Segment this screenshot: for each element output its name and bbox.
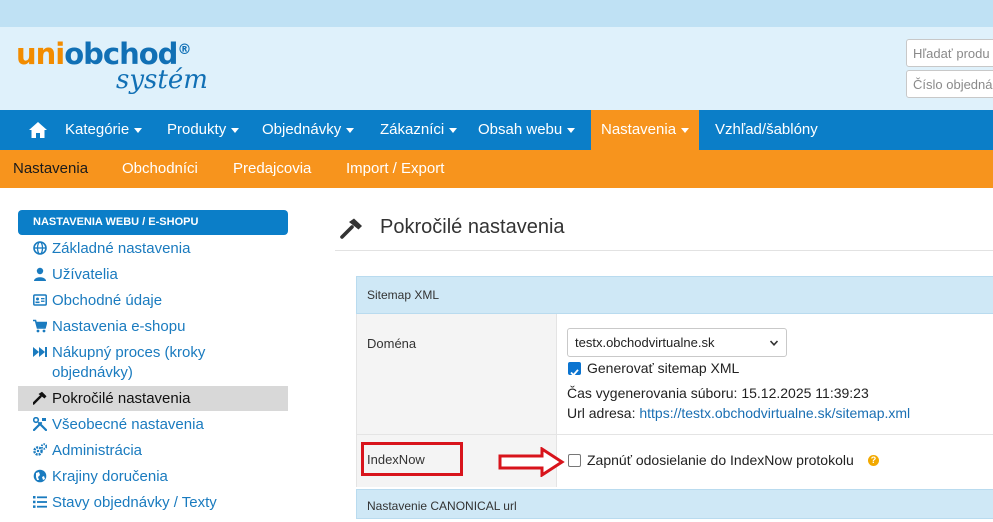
sidebar-item-label: Užívatelia	[52, 266, 118, 283]
tools-icon	[33, 417, 47, 431]
sidebar-item-nastavenia-eshopu[interactable]: Nastavenia e-shopu	[18, 317, 288, 337]
logo-reg: ®	[177, 42, 191, 58]
nav-label: Zákazníci	[380, 121, 445, 138]
globe-icon	[33, 241, 47, 255]
nav-label: Objednávky	[262, 121, 342, 138]
globe-europe-icon	[33, 469, 47, 483]
subnav-predajcovia[interactable]: Predajcovia	[233, 150, 311, 188]
nav-label: Obsah webu	[478, 121, 563, 138]
order-number-input[interactable]	[906, 70, 993, 98]
nav-label: Vzhľad/šablóny	[715, 121, 818, 138]
sidebar-item-label: Krajiny doručenia	[52, 468, 168, 485]
sidebar-item-administracia[interactable]: Administrácia	[18, 441, 288, 461]
caret-down-icon	[449, 127, 458, 133]
sidebar-item-zakladne-nastavenia[interactable]: Základné nastavenia	[18, 239, 288, 259]
sidebar-item-nakupny-proces[interactable]: Nákupný proces (kroky objednávky)	[18, 343, 288, 383]
page-title: Pokročilé nastavenia	[380, 216, 565, 238]
home-icon[interactable]	[29, 122, 47, 138]
url-label: Url adresa:	[567, 405, 640, 421]
highlight-box	[361, 442, 463, 476]
nav-obsah-webu[interactable]: Obsah webu	[478, 110, 576, 150]
domain-select-value: testx.obchodvirtualne.sk	[575, 335, 715, 350]
sidebar-item-label: Obchodné údaje	[52, 292, 163, 309]
subnav-nastavenia[interactable]: Nastavenia	[13, 150, 88, 188]
subnav-import-export[interactable]: Import / Export	[346, 150, 444, 188]
main-nav: Kategórie Produkty Objednávky Zákazníci …	[0, 110, 993, 150]
nav-label: Kategórie	[65, 121, 130, 138]
nav-vzhlad-sablony[interactable]: Vzhľad/šablóny	[715, 110, 818, 150]
section-title: Sitemap XML	[367, 288, 440, 302]
sitemap-url-link[interactable]: https://testx.obchodvirtualne.sk/sitemap…	[639, 405, 910, 421]
nav-produkty[interactable]: Produkty	[167, 110, 240, 150]
nav-objednavky[interactable]: Objednávky	[262, 110, 355, 150]
url-row: Url adresa: https://testx.obchodvirtualn…	[567, 404, 910, 422]
canonical-section-header: Nastavenie CANONICAL url	[356, 489, 993, 519]
caret-down-icon	[231, 127, 240, 133]
sub-nav: Nastavenia Obchodníci Predajcovia Import…	[0, 150, 993, 188]
sidebar-item-label: Nastavenia e-shopu	[52, 318, 186, 335]
hammer-icon	[340, 218, 362, 239]
sidebar-item-label: Pokročilé nastavenia	[52, 390, 191, 407]
sidebar-item-krajiny-dorucenia[interactable]: Krajiny doručenia	[18, 467, 288, 487]
indexnow-checkbox-label: Zapnúť odosielanie do IndexNow protokolu	[587, 452, 854, 468]
check-icon	[570, 369, 579, 377]
help-icon[interactable]: ?	[868, 455, 879, 466]
sidebar-item-stavy-objednavky[interactable]: Stavy objednávky / Texty	[18, 493, 288, 513]
logo-sub: systém	[116, 65, 208, 95]
hammer-icon	[33, 391, 47, 405]
top-strip	[0, 0, 993, 27]
chevron-down-icon	[770, 340, 778, 346]
nav-zakaznici[interactable]: Zákazníci	[380, 110, 458, 150]
caret-down-icon	[134, 127, 143, 133]
cogs-icon	[33, 443, 47, 456]
nav-label: Produkty	[167, 121, 227, 138]
sidebar-item-uzivatelia[interactable]: Užívatelia	[18, 265, 288, 285]
product-search-input[interactable]	[906, 39, 993, 67]
nav-kategorie[interactable]: Kategórie	[65, 110, 143, 150]
subnav-obchodnici[interactable]: Obchodníci	[122, 150, 198, 188]
id-card-icon	[33, 294, 47, 306]
sidebar-item-label: Nákupný proces (kroky objednávky)	[52, 344, 206, 381]
user-icon	[34, 267, 46, 281]
indexnow-checkbox[interactable]	[568, 454, 581, 467]
generated-time: Čas vygenerovania súboru: 15.12.2025 11:…	[567, 385, 869, 401]
header: uniobchod® systém	[0, 27, 993, 110]
sidebar-heading: NASTAVENIA WEBU / E-SHOPU	[18, 210, 288, 235]
domain-label: Doména	[367, 336, 417, 351]
logo-uni: uni	[16, 37, 65, 71]
arrow-right-icon	[498, 447, 565, 477]
sidebar-item-pokrocile-nastavenia[interactable]: Pokročilé nastavenia	[18, 386, 288, 411]
caret-down-icon	[681, 127, 690, 133]
caret-down-icon	[346, 127, 355, 133]
sidebar-item-vseobecne-nastavenia[interactable]: Všeobecné nastavenia	[18, 415, 288, 435]
sidebar-item-obchodne-udaje[interactable]: Obchodné údaje	[18, 291, 288, 311]
list-icon	[33, 496, 47, 508]
domain-select[interactable]: testx.obchodvirtualne.sk	[567, 328, 787, 357]
generate-sitemap-checkbox[interactable]	[568, 362, 581, 377]
sidebar-item-label: Základné nastavenia	[52, 240, 191, 257]
sidebar-item-label: Administrácia	[52, 442, 143, 459]
logo[interactable]: uniobchod® systém	[16, 37, 216, 107]
sidebar-item-label: Stavy objednávky / Texty	[52, 494, 217, 511]
title-divider	[335, 250, 993, 251]
nav-nastavenia[interactable]: Nastavenia	[591, 110, 700, 150]
generate-sitemap-label: Generovať sitemap XML	[587, 360, 740, 376]
cart-icon	[33, 319, 47, 333]
nav-label: Nastavenia	[601, 121, 677, 138]
caret-down-icon	[567, 127, 576, 133]
sitemap-section-header: Sitemap XML	[356, 276, 993, 314]
sidebar-item-label: Všeobecné nastavenia	[52, 416, 204, 433]
section-title: Nastavenie CANONICAL url	[367, 499, 517, 513]
fast-forward-icon	[33, 347, 47, 357]
